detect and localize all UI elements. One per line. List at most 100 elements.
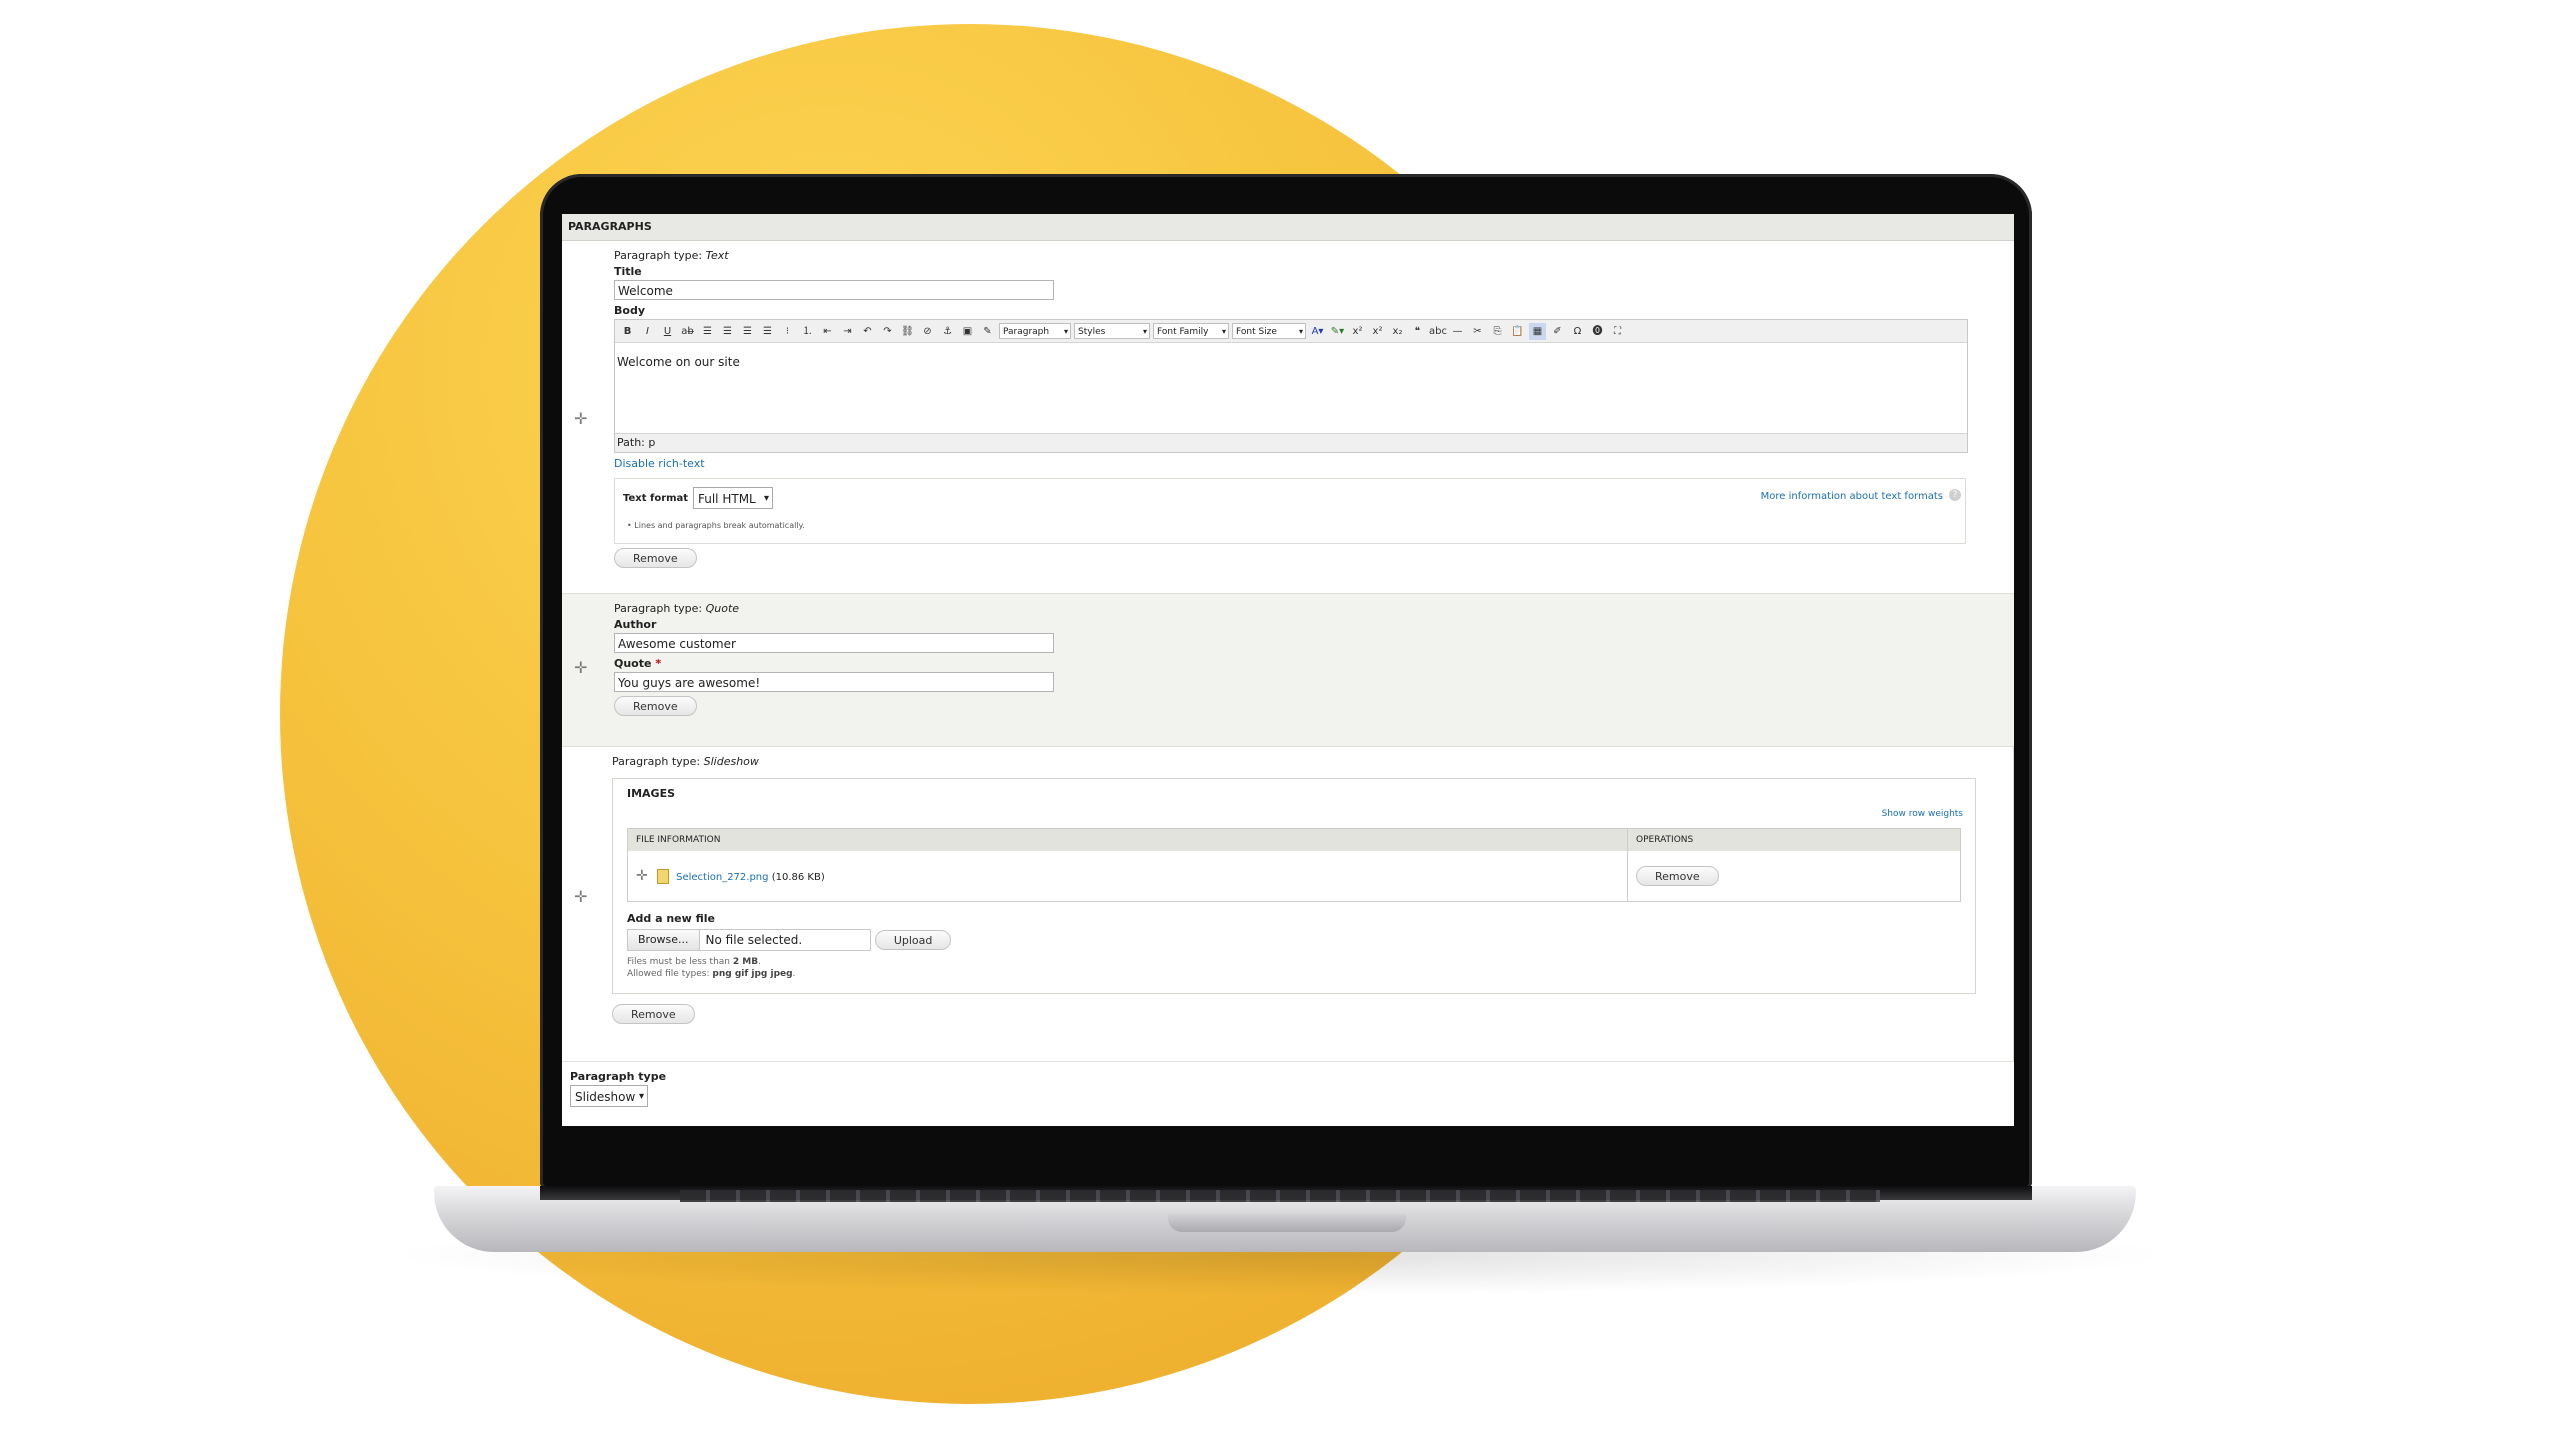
edit-icon[interactable]: ✐	[1549, 323, 1566, 340]
horizontal-rule-icon[interactable]: —	[1449, 323, 1466, 340]
title-input[interactable]: Welcome	[614, 280, 1054, 300]
rich-text-editor: B I U ab̶ ☰ ☰ ☰ ☰ ⁝ ⒈ ⇤ ⇥ ↶ ↷ ⛓ ⊘ ⚓ ▣ ✎ …	[614, 319, 1968, 453]
operations-cell: Remove	[1627, 851, 1961, 902]
laptop-keyboard-edge	[680, 1190, 1880, 1202]
paragraph-type-name: Text	[705, 249, 729, 262]
undo-icon[interactable]: ↶	[859, 323, 876, 340]
remove-quote-paragraph-button[interactable]: Remove	[614, 696, 697, 716]
disable-rich-text-link[interactable]: Disable rich-text	[614, 457, 705, 470]
abbr-icon[interactable]: abc	[1429, 323, 1447, 340]
highlight-color-icon[interactable]: ✎▾	[1329, 323, 1346, 340]
author-input[interactable]: Awesome customer	[614, 633, 1054, 653]
text-format-tip: • Lines and paragraphs break automatical…	[627, 521, 805, 530]
paragraph-type-line: Paragraph type: Slideshow	[612, 755, 2013, 768]
strikethrough-icon[interactable]: ab̶	[679, 323, 696, 340]
editor-path: Path: p	[615, 433, 1967, 452]
text-color-icon[interactable]: A▾	[1309, 323, 1326, 340]
paragraph-type-name: Quote	[705, 602, 740, 615]
text-format-label: Text format	[623, 493, 689, 504]
file-types-hint-prefix: Allowed file types:	[627, 969, 710, 979]
laptop-screen: PARAGRAPHS ✛ Paragraph type: Text Title …	[562, 214, 2014, 1126]
font-family-select[interactable]: Font Family	[1153, 323, 1229, 340]
paragraph-quote-content: Paragraph type: Quote Author Awesome cus…	[614, 594, 2014, 716]
paragraph-item-quote: ✛ Paragraph type: Quote Author Awesome c…	[562, 594, 2014, 747]
file-size-hint-value: 2 MB	[732, 957, 759, 967]
editor-content[interactable]: Welcome on our site	[615, 343, 1967, 433]
table-icon[interactable]: ▦	[1529, 322, 1546, 340]
italic-icon[interactable]: I	[639, 323, 656, 340]
laptop-notch	[1168, 1214, 1406, 1232]
blockquote-icon[interactable]: ❝	[1409, 323, 1426, 340]
align-center-icon[interactable]: ☰	[719, 323, 736, 340]
browse-button[interactable]: Browse...	[628, 930, 700, 950]
required-marker: *	[655, 657, 662, 670]
format-select[interactable]: Paragraph	[999, 323, 1071, 340]
numbered-list-icon[interactable]: ⒈	[799, 323, 816, 340]
remove-slideshow-paragraph-button[interactable]: Remove	[612, 1004, 695, 1024]
file-input[interactable]: Browse... No file selected.	[627, 929, 871, 951]
align-justify-icon[interactable]: ☰	[759, 323, 776, 340]
paste-icon[interactable]: 📋	[1509, 323, 1526, 340]
text-format-wrapper: Text format Full HTML More information a…	[614, 478, 1966, 544]
remove-file-button[interactable]: Remove	[1636, 866, 1719, 886]
file-types-hint: Allowed file types: png gif jpg jpeg.	[627, 969, 796, 979]
paragraph-text-content: Paragraph type: Text Title Welcome Body …	[614, 241, 2014, 568]
anchor-icon[interactable]: ⚓	[939, 323, 956, 340]
text-format-select[interactable]: Full HTML	[693, 487, 773, 510]
copy-icon[interactable]: ⎘	[1489, 323, 1506, 340]
paragraph-type-label: Paragraph type:	[614, 249, 703, 262]
add-paragraph-type-label: Paragraph type	[570, 1070, 667, 1083]
help-circle-icon[interactable]: ⓿	[1589, 323, 1606, 340]
indent-icon[interactable]: ⇥	[839, 323, 856, 340]
unlink-icon[interactable]: ⊘	[919, 323, 936, 340]
paragraph-type-label: Paragraph type:	[612, 755, 701, 768]
remove-text-paragraph-button[interactable]: Remove	[614, 548, 697, 568]
paragraph-type-label: Paragraph type:	[614, 602, 703, 615]
images-title: IMAGES	[627, 787, 676, 800]
no-file-text: No file selected.	[705, 933, 803, 947]
paragraph-type-line: Paragraph type: Text	[614, 249, 2014, 262]
redo-icon[interactable]: ↷	[879, 323, 896, 340]
file-size-hint-prefix: Files must be less than	[627, 957, 730, 967]
quote-input[interactable]: You guys are awesome!	[614, 672, 1054, 692]
outdent-icon[interactable]: ⇤	[819, 323, 836, 340]
drag-handle-icon[interactable]: ✛	[574, 658, 587, 677]
styles-select[interactable]: Styles	[1074, 323, 1150, 340]
special-char-icon[interactable]: Ω	[1569, 323, 1586, 340]
upload-button[interactable]: Upload	[874, 930, 952, 950]
paragraphs-list: ✛ Paragraph type: Text Title Welcome Bod…	[562, 241, 2014, 1108]
drag-handle-icon[interactable]: ✛	[574, 887, 587, 906]
more-info-text-formats-link[interactable]: More information about text formats	[1761, 491, 1943, 502]
table-header-row: FILE INFORMATION OPERATIONS	[627, 828, 1961, 851]
show-row-weights-link[interactable]: Show row weights	[1882, 809, 1963, 819]
paragraph-type-select[interactable]: Slideshow	[570, 1085, 648, 1108]
cleanup-icon[interactable]: ✎	[979, 323, 996, 340]
superscript-icon[interactable]: x²	[1369, 323, 1386, 340]
paragraphs-header: PARAGRAPHS	[562, 214, 2014, 241]
link-icon[interactable]: ⛓	[899, 323, 916, 340]
title-label: Title	[614, 265, 642, 278]
images-table: FILE INFORMATION OPERATIONS ✛ Selection_…	[627, 828, 1961, 902]
remove-format-icon[interactable]: x²	[1349, 323, 1366, 340]
help-icon[interactable]: ?	[1949, 489, 1961, 501]
file-name-link[interactable]: Selection_272.png	[676, 872, 768, 883]
align-right-icon[interactable]: ☰	[739, 323, 756, 340]
subscript-icon[interactable]: x₂	[1389, 323, 1406, 340]
bullet-list-icon[interactable]: ⁝	[779, 323, 796, 340]
align-left-icon[interactable]: ☰	[699, 323, 716, 340]
image-icon[interactable]: ▣	[959, 323, 976, 340]
drag-handle-icon[interactable]: ✛	[636, 868, 648, 884]
col-file-information: FILE INFORMATION	[627, 828, 1628, 851]
drag-handle-icon[interactable]: ✛	[574, 409, 587, 428]
bold-icon[interactable]: B	[619, 323, 636, 340]
paragraph-slideshow-content: Paragraph type: Slideshow IMAGES Show ro…	[612, 747, 2013, 1024]
image-file-icon	[656, 869, 669, 885]
paragraph-type-line: Paragraph type: Quote	[614, 602, 2014, 615]
text-format-tip-text: Lines and paragraphs break automatically…	[634, 521, 805, 530]
quote-label: Quote	[614, 657, 652, 670]
upload-controls: Browse... No file selected. Upload	[627, 925, 1961, 951]
font-size-select[interactable]: Font Size	[1232, 323, 1306, 340]
fullscreen-icon[interactable]: ⛶	[1609, 323, 1626, 340]
cut-icon[interactable]: ✂	[1469, 323, 1486, 340]
underline-icon[interactable]: U	[659, 323, 676, 340]
